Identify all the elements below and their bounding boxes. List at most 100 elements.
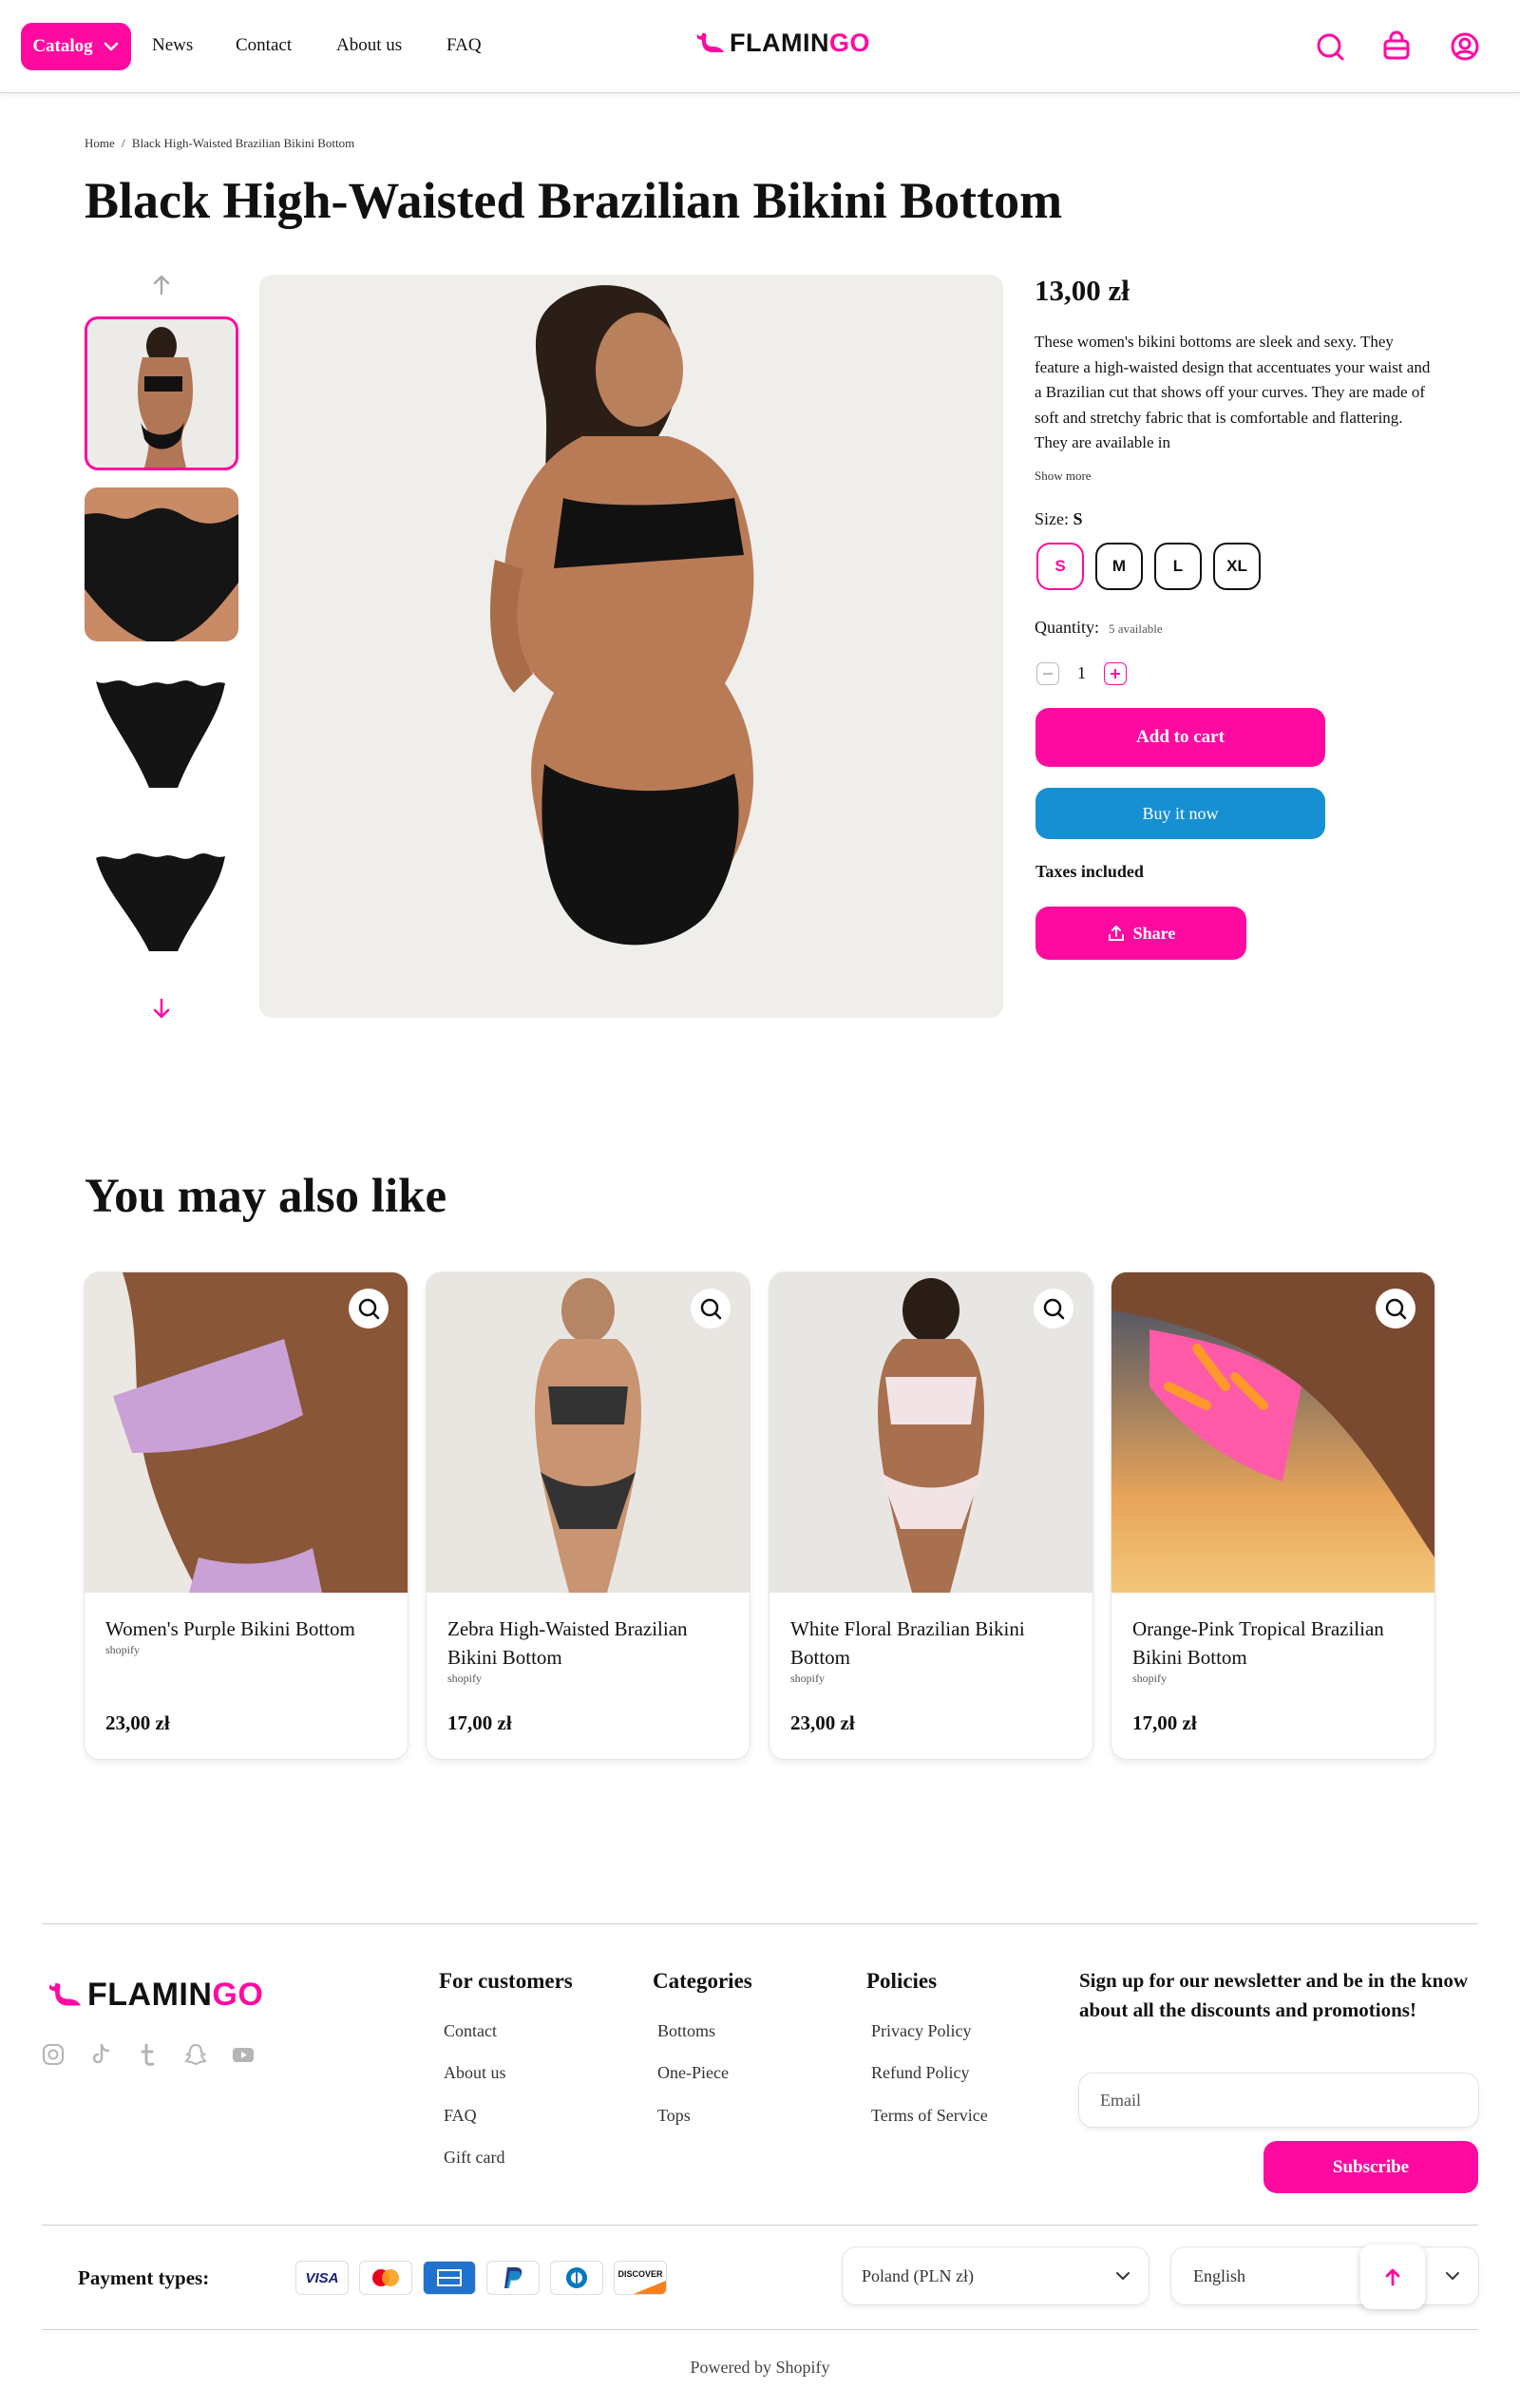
product-card-name[interactable]: Zebra High-Waisted Brazilian Bikini Bott… bbox=[447, 1615, 732, 1672]
quantity-label-text: Quantity: bbox=[1035, 618, 1099, 637]
product-card-name[interactable]: White Floral Brazilian Bikini Bottom bbox=[790, 1615, 1075, 1672]
share-icon bbox=[1108, 926, 1124, 941]
thumbnail-2[interactable] bbox=[85, 487, 238, 641]
cart-icon[interactable] bbox=[1379, 29, 1414, 64]
product-card-name[interactable]: Orange-Pink Tropical Brazilian Bikini Bo… bbox=[1132, 1615, 1417, 1672]
arrow-up-icon[interactable] bbox=[149, 273, 174, 297]
product-card[interactable]: White Floral Brazilian Bikini Bottom sho… bbox=[770, 1272, 1092, 1759]
footer-link-about-us[interactable]: About us bbox=[444, 2063, 506, 2083]
footer-link-one-piece[interactable]: One-Piece bbox=[657, 2063, 729, 2083]
footer-link-tops[interactable]: Tops bbox=[657, 2106, 691, 2126]
logo-text-accent: GO bbox=[212, 1977, 264, 2013]
product-description: These women's bikini bottoms are sleek a… bbox=[1035, 333, 1431, 451]
arrow-down-icon[interactable] bbox=[149, 996, 174, 1021]
size-option-xl[interactable]: XL bbox=[1213, 543, 1261, 590]
chevron-down-icon bbox=[1446, 2272, 1459, 2280]
footer-link-contact[interactable]: Contact bbox=[444, 2021, 497, 2041]
subscribe-button[interactable]: Subscribe bbox=[1264, 2141, 1478, 2193]
footer-customers-heading: For customers bbox=[439, 1969, 573, 1993]
breadcrumb-home[interactable]: Home bbox=[85, 136, 115, 150]
product-card[interactable]: Orange-Pink Tropical Brazilian Bikini Bo… bbox=[1112, 1272, 1434, 1759]
size-option-m[interactable]: M bbox=[1095, 543, 1143, 590]
quick-view-button[interactable] bbox=[691, 1289, 731, 1328]
product-card-name[interactable]: Women's Purple Bikini Bottom bbox=[105, 1615, 390, 1643]
size-option-l[interactable]: L bbox=[1154, 543, 1202, 590]
product-card[interactable]: Women's Purple Bikini Bottom shopify 23,… bbox=[85, 1272, 408, 1759]
quantity-decrease-button[interactable] bbox=[1036, 662, 1059, 685]
quick-view-button[interactable] bbox=[1034, 1289, 1074, 1328]
quick-view-button[interactable] bbox=[349, 1289, 389, 1328]
email-field[interactable]: Email bbox=[1079, 2074, 1478, 2127]
show-more-link[interactable]: Show more bbox=[1035, 468, 1092, 484]
newsletter-text: Sign up for our newsletter and be in the… bbox=[1079, 1969, 1468, 2021]
footer-link-bottoms[interactable]: Bottoms bbox=[657, 2021, 715, 2041]
add-to-cart-button[interactable]: Add to cart bbox=[1036, 708, 1325, 767]
product-card-vendor: shopify bbox=[1132, 1672, 1167, 1685]
powered-by[interactable]: Powered by Shopify bbox=[0, 2358, 1520, 2378]
nav-news[interactable]: News bbox=[152, 35, 193, 56]
search-icon[interactable] bbox=[1313, 29, 1347, 64]
footer-link-privacy-policy[interactable]: Privacy Policy bbox=[871, 2021, 972, 2041]
product-price: 13,00 zł bbox=[1035, 274, 1130, 307]
back-to-top-button[interactable] bbox=[1360, 2245, 1425, 2309]
nav-faq[interactable]: FAQ bbox=[446, 35, 482, 56]
footer-logo[interactable]: FLAMIN GO bbox=[48, 1977, 263, 2014]
taxes-note: Taxes included bbox=[1036, 862, 1144, 881]
product-card-price: 17,00 zł bbox=[1132, 1711, 1197, 1734]
product-card[interactable]: Zebra High-Waisted Brazilian Bikini Bott… bbox=[427, 1272, 750, 1759]
size-label: Size: S bbox=[1035, 509, 1083, 529]
snapchat-icon[interactable] bbox=[183, 2042, 208, 2067]
discover-icon: DISCOVER bbox=[615, 2262, 666, 2294]
bikini-back-thumbnail bbox=[96, 853, 225, 951]
quantity-value[interactable]: 1 bbox=[1077, 663, 1086, 683]
footer-divider-top bbox=[42, 1923, 1478, 1924]
account-icon[interactable] bbox=[1448, 29, 1482, 64]
language-select[interactable]: English bbox=[1171, 2247, 1478, 2304]
footer-categories-heading: Categories bbox=[653, 1969, 752, 1993]
flamingo-logo-icon bbox=[48, 1981, 81, 2005]
product-card-vendor: shopify bbox=[447, 1672, 482, 1685]
country-select[interactable]: Poland (PLN zł) bbox=[843, 2247, 1149, 2304]
footer-policies-heading: Policies bbox=[866, 1969, 938, 1993]
instagram-icon[interactable] bbox=[41, 2042, 66, 2067]
share-button[interactable]: Share bbox=[1036, 907, 1246, 960]
page-title: Black High-Waisted Brazilian Bikini Bott… bbox=[85, 172, 1063, 229]
quantity-increase-button[interactable] bbox=[1104, 662, 1127, 685]
size-option-s[interactable]: S bbox=[1036, 543, 1084, 590]
thumbnail-4[interactable] bbox=[85, 830, 238, 984]
nav-about-us[interactable]: About us bbox=[336, 35, 402, 56]
catalog-button[interactable]: Catalog bbox=[21, 23, 131, 70]
mastercard-logo bbox=[372, 2269, 399, 2286]
buy-now-button[interactable]: Buy it now bbox=[1036, 788, 1325, 839]
product-card-price: 17,00 zł bbox=[447, 1711, 512, 1734]
chevron-down-icon bbox=[104, 42, 118, 51]
catalog-label: Catalog bbox=[32, 36, 93, 56]
product-card-price: 23,00 zł bbox=[105, 1711, 170, 1734]
tiktok-icon[interactable] bbox=[88, 2042, 113, 2067]
search-icon bbox=[358, 1298, 380, 1320]
footer-link-faq[interactable]: FAQ bbox=[444, 2106, 477, 2126]
recommendations-title: You may also like bbox=[85, 1170, 447, 1223]
footer-link-gift-card[interactable]: Gift card bbox=[444, 2148, 504, 2168]
visa-label: VISA bbox=[305, 2269, 339, 2286]
bikini-front-thumbnail bbox=[96, 680, 225, 788]
country-select-value: Poland (PLN zł) bbox=[862, 2265, 974, 2285]
youtube-icon[interactable] bbox=[231, 2042, 256, 2067]
breadcrumb-separator: / bbox=[122, 136, 125, 150]
nav-contact[interactable]: Contact bbox=[236, 35, 292, 56]
product-card-vendor: shopify bbox=[105, 1643, 140, 1656]
tumblr-icon[interactable] bbox=[136, 2042, 161, 2067]
thumbnail-3[interactable] bbox=[85, 659, 238, 812]
model-photo-thumbnail bbox=[138, 327, 193, 468]
thumbnail-1[interactable] bbox=[85, 316, 238, 470]
logo-text-main: FLAMIN bbox=[87, 1977, 213, 2013]
search-icon bbox=[1385, 1298, 1407, 1320]
diners-club-icon bbox=[551, 2262, 602, 2294]
logo[interactable]: FLAMIN GO bbox=[695, 29, 870, 58]
footer-link-refund-policy[interactable]: Refund Policy bbox=[871, 2063, 970, 2083]
footer-link-terms-of-service[interactable]: Terms of Service bbox=[871, 2106, 988, 2126]
search-icon bbox=[700, 1298, 722, 1320]
quick-view-button[interactable] bbox=[1376, 1289, 1416, 1328]
main-product-image[interactable] bbox=[259, 275, 1003, 1018]
footer-divider-bottom bbox=[42, 2329, 1478, 2330]
